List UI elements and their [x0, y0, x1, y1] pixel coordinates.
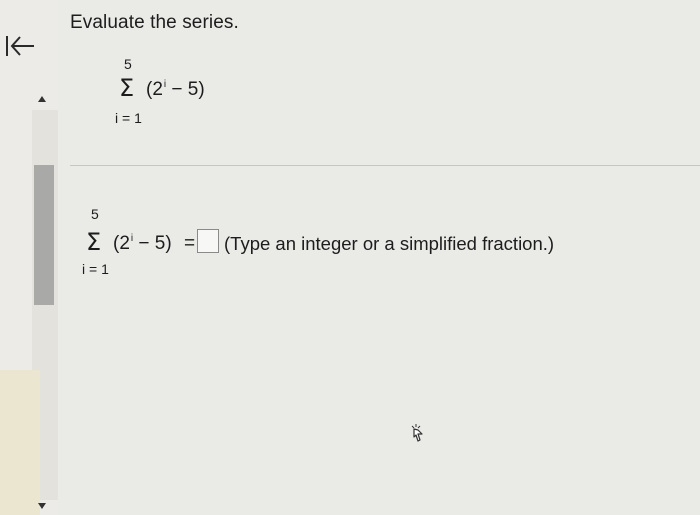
answer-series-upper-limit: 5 [91, 206, 99, 222]
answer-series-lower-limit: i = 1 [82, 261, 109, 277]
left-panel-lower [0, 370, 40, 515]
series-upper-limit: 5 [124, 56, 132, 72]
back-arrow-icon[interactable] [4, 33, 38, 59]
series-term: (2i − 5) [146, 79, 205, 100]
scroll-up-icon[interactable] [38, 96, 46, 102]
scrollbar-thumb[interactable] [34, 165, 54, 305]
divider [70, 165, 700, 166]
left-panel [0, 0, 58, 515]
scroll-down-icon[interactable] [38, 503, 46, 509]
sigma-icon: Σ [119, 74, 135, 102]
instruction-text: Evaluate the series. [70, 12, 239, 33]
answer-sigma-icon: Σ [86, 228, 102, 256]
answer-series-term: (2i − 5) [113, 233, 172, 254]
series-lower-limit: i = 1 [115, 110, 142, 126]
mouse-cursor-icon [411, 424, 423, 442]
answer-input[interactable] [197, 229, 219, 253]
question-panel: Evaluate the series. 5 Σ i = 1 (2i − 5) … [58, 0, 700, 515]
equals-sign: = [184, 233, 196, 254]
answer-hint: (Type an integer or a simplified fractio… [224, 233, 555, 254]
